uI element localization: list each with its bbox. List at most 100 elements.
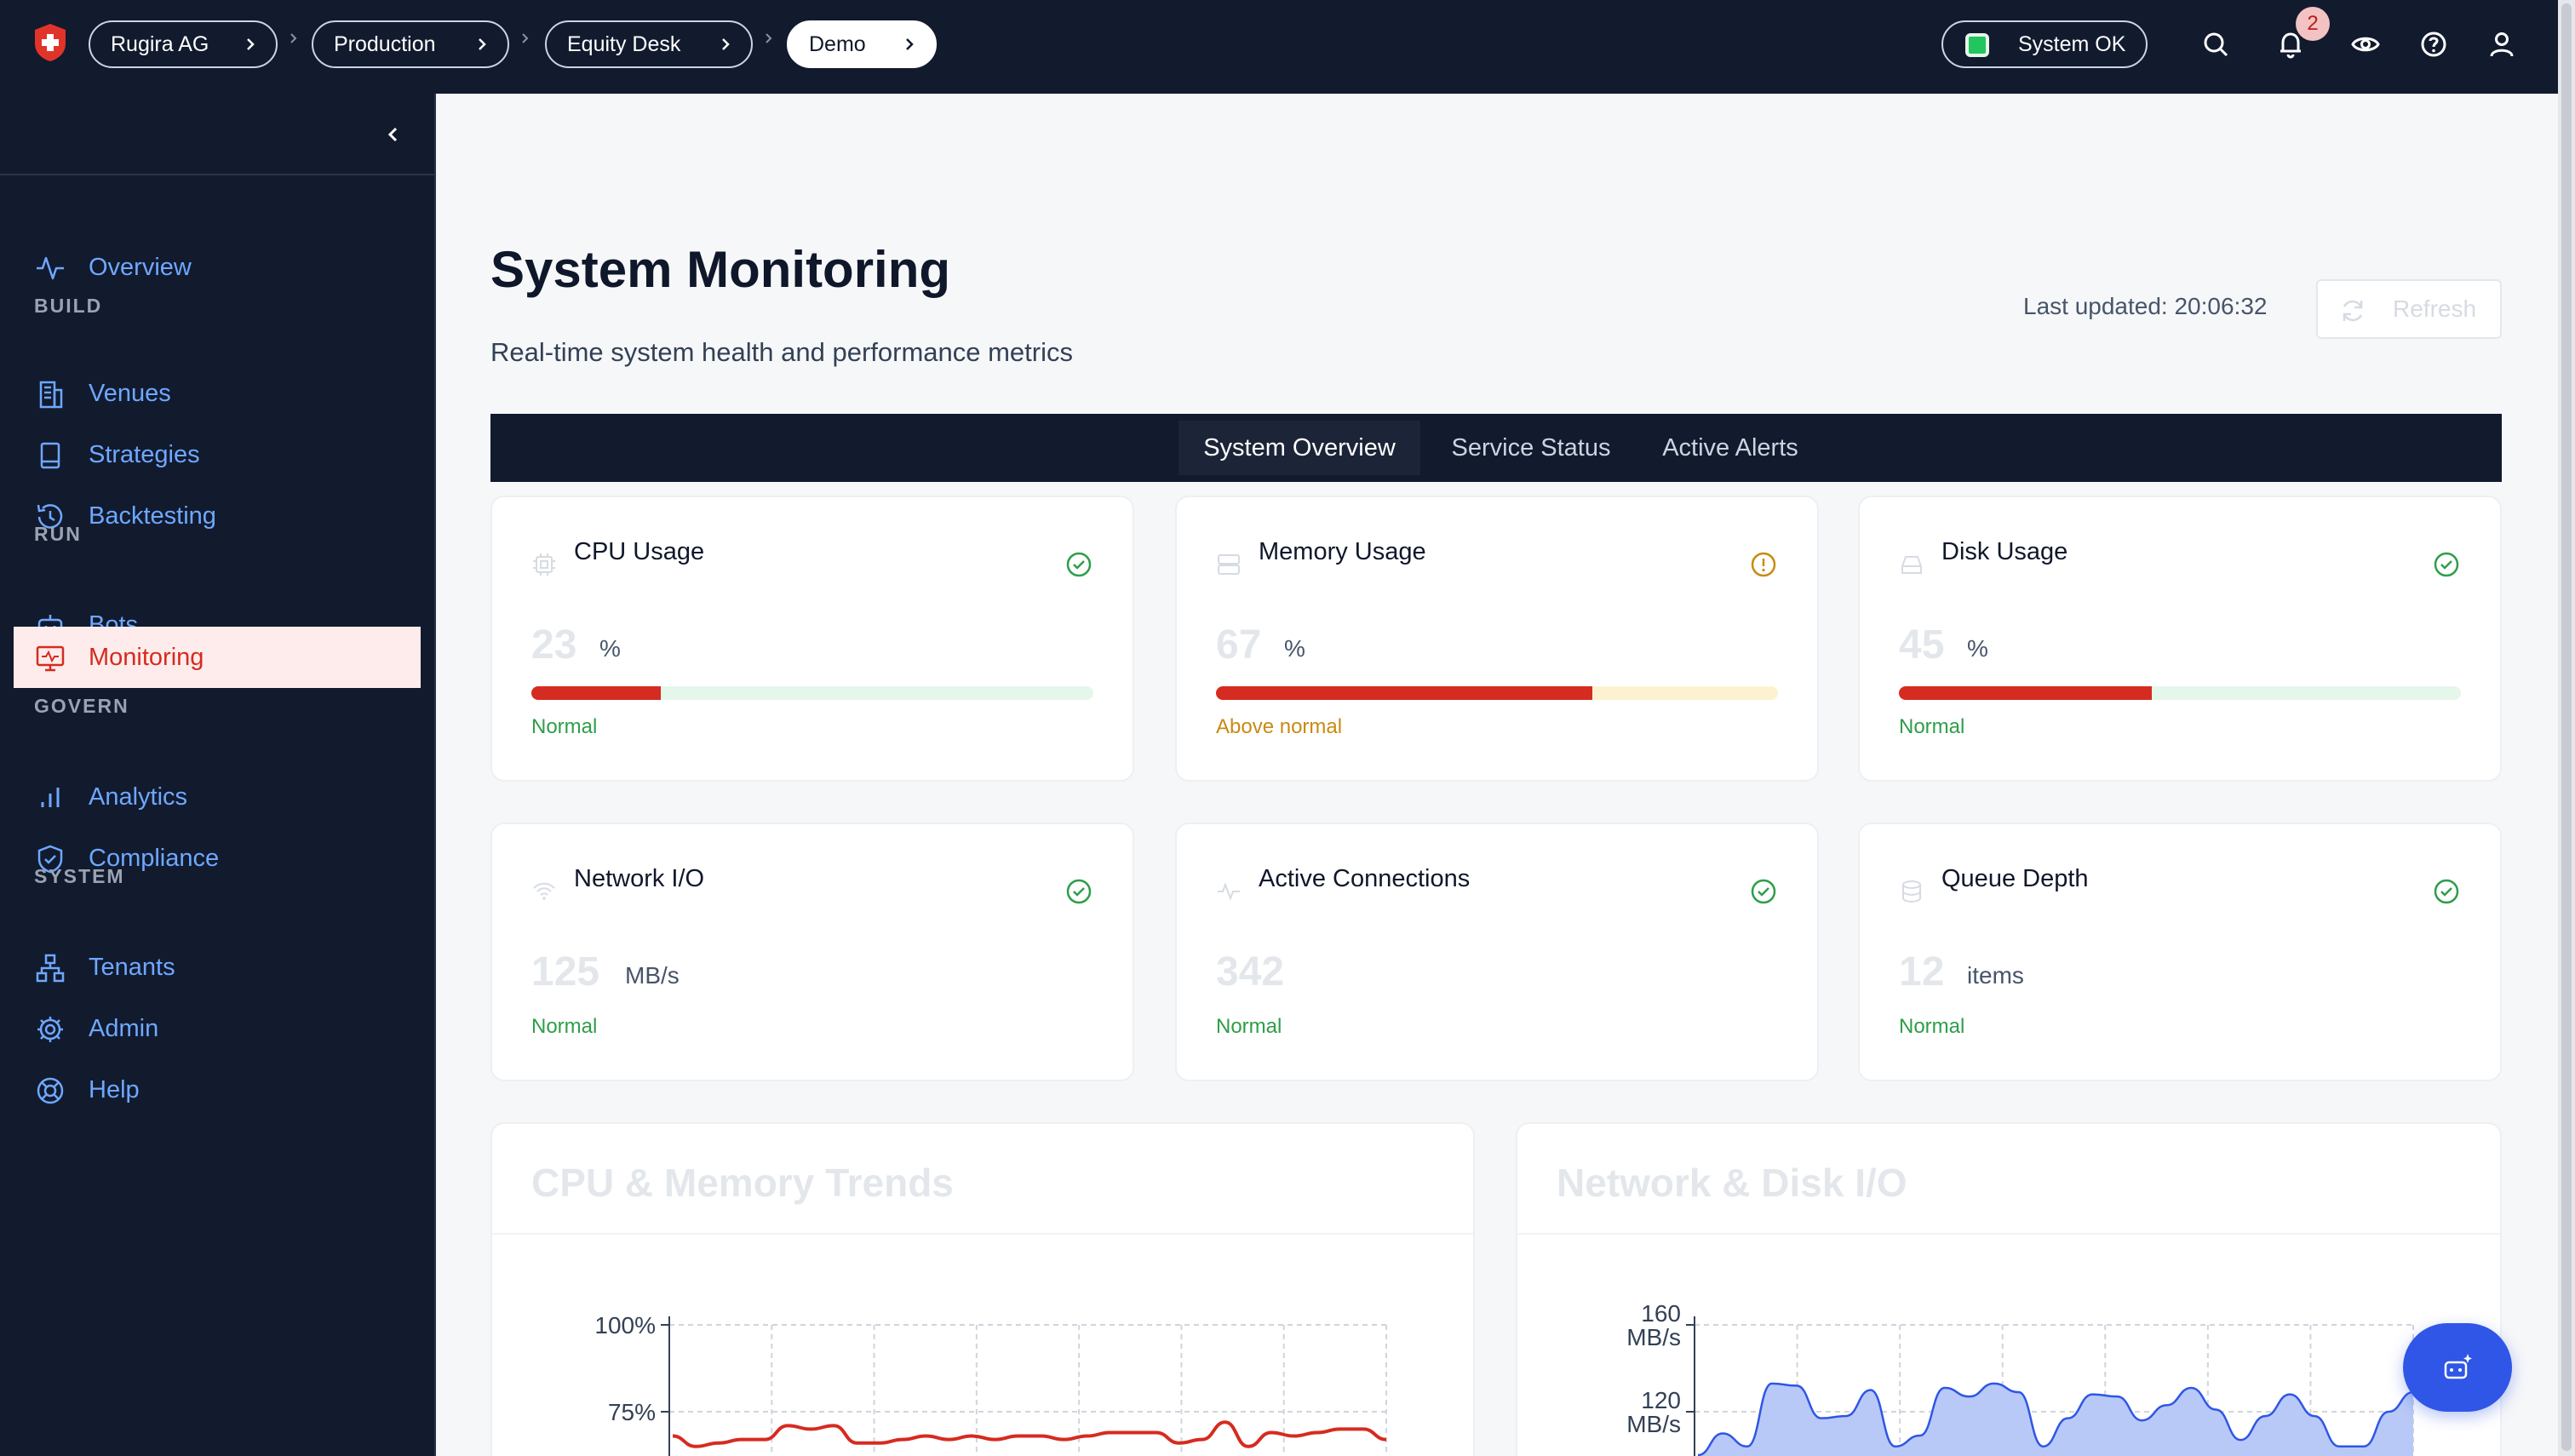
last-updated-text: Last updated: 20:06:32 bbox=[2023, 293, 2268, 319]
check-circle-icon bbox=[1751, 879, 1776, 904]
sidebar-item-strategies[interactable]: Strategies bbox=[14, 424, 421, 485]
breadcrumb-environment-label: Production bbox=[334, 32, 436, 56]
usage-progress-fill bbox=[1899, 686, 2152, 700]
network-io-card[interactable]: Network I/O 125 MB/s Normal bbox=[490, 823, 1134, 1081]
check-circle-icon bbox=[2434, 879, 2459, 904]
help-circle-icon[interactable] bbox=[2417, 27, 2451, 61]
breadcrumb-separator-icon bbox=[766, 33, 772, 43]
hard-drive-icon bbox=[1901, 556, 1922, 574]
gear-icon bbox=[37, 1017, 63, 1042]
metric-value: 23 bbox=[531, 622, 577, 668]
series-line bbox=[672, 1420, 1387, 1448]
tab-bar: System Overview Service Status Active Al… bbox=[490, 414, 2502, 482]
sidebar-item-label: Analytics bbox=[89, 782, 188, 811]
metric-value: 67 bbox=[1216, 622, 1262, 668]
page-title: System Monitoring bbox=[490, 241, 951, 298]
sidebar-item-help[interactable]: Help bbox=[14, 1059, 421, 1121]
breadcrumb-environment[interactable]: Production bbox=[312, 20, 509, 68]
check-circle-icon bbox=[2434, 552, 2459, 577]
metric-title: Active Connections bbox=[1259, 865, 1471, 892]
page-scrollbar-thumb[interactable] bbox=[2561, 3, 2572, 1451]
tab-active-alerts[interactable]: Active Alerts bbox=[1638, 421, 1822, 475]
cpu-icon bbox=[533, 553, 555, 576]
memory-icon bbox=[1218, 554, 1240, 575]
sidebar-item-label: Strategies bbox=[89, 440, 200, 468]
assistant-button[interactable] bbox=[2403, 1323, 2512, 1412]
tab-service-status[interactable]: Service Status bbox=[1427, 421, 1635, 475]
refresh-icon bbox=[2343, 300, 2363, 322]
usage-progress-bar bbox=[1899, 686, 2461, 700]
active-connections-card[interactable]: Active Connections 342 Normal bbox=[1175, 823, 1819, 1081]
y-axis-tick-label: 160 MB/s bbox=[1626, 1300, 1681, 1350]
activity-icon bbox=[37, 256, 64, 280]
sidebar-item-analytics[interactable]: Analytics bbox=[14, 766, 421, 828]
sidebar-section-system: SYSTEM bbox=[34, 865, 125, 887]
sidebar-item-overview[interactable]: Overview bbox=[14, 237, 421, 298]
metric-value: 12 bbox=[1899, 949, 1945, 995]
status-indicator-icon bbox=[1965, 33, 1989, 57]
y-axis-tick-label: 120 MB/s bbox=[1626, 1387, 1681, 1437]
system-status-label: System OK bbox=[2018, 32, 2126, 56]
page-subtitle: Real-time system health and performance … bbox=[490, 337, 1073, 367]
network-disk-io-card: Network & Disk I/O 160 MB/s 120 MB/s bbox=[1516, 1122, 2502, 1456]
sidebar-item-label: Admin bbox=[89, 1014, 159, 1042]
metric-unit: % bbox=[1284, 635, 1305, 662]
breadcrumb-desk-label: Equity Desk bbox=[567, 32, 681, 56]
cpu-usage-card[interactable]: CPU Usage 23 % Normal bbox=[490, 496, 1134, 782]
metric-status-text: Normal bbox=[1216, 1015, 1282, 1038]
notification-count-badge: 2 bbox=[2296, 7, 2330, 41]
search-icon[interactable] bbox=[2199, 27, 2233, 61]
queue-depth-card[interactable]: Queue Depth 12 items Normal bbox=[1858, 823, 2502, 1081]
metric-unit: % bbox=[1967, 635, 1988, 662]
system-status-pill[interactable]: System OK bbox=[1941, 20, 2148, 68]
check-circle-icon bbox=[1066, 879, 1092, 904]
metric-title: Disk Usage bbox=[1941, 538, 2068, 565]
monitor-icon bbox=[36, 645, 65, 672]
sidebar-item-monitoring[interactable]: Monitoring bbox=[14, 627, 421, 688]
sidebar-item-admin[interactable]: Admin bbox=[14, 998, 421, 1059]
metric-status-text: Normal bbox=[531, 1015, 598, 1038]
breadcrumb-tenant[interactable]: Rugira AG bbox=[89, 20, 278, 68]
sidebar-item-label: Monitoring bbox=[89, 643, 204, 671]
chart-title: CPU & Memory Trends bbox=[531, 1161, 954, 1205]
y-axis-tick-label: 100% bbox=[594, 1312, 656, 1338]
sidebar-section-build: BUILD bbox=[34, 295, 103, 317]
database-icon bbox=[1902, 880, 1921, 903]
disk-usage-card[interactable]: Disk Usage 45 % Normal bbox=[1858, 496, 2502, 782]
sidebar-section-run: RUN bbox=[34, 523, 82, 545]
app-logo-icon[interactable] bbox=[32, 22, 68, 63]
breadcrumb-project[interactable]: Demo bbox=[787, 20, 937, 68]
collapse-sidebar-icon[interactable] bbox=[381, 123, 405, 146]
notebook-icon bbox=[40, 442, 60, 469]
breadcrumb-project-label: Demo bbox=[809, 32, 866, 56]
eye-icon[interactable] bbox=[2348, 27, 2383, 61]
chevron-right-icon bbox=[247, 38, 255, 50]
chart-title: Network & Disk I/O bbox=[1557, 1161, 1907, 1205]
network-disk-io-chart: 160 MB/s 120 MB/s bbox=[1626, 1300, 2414, 1456]
user-icon[interactable] bbox=[2485, 27, 2519, 61]
metric-value: 125 bbox=[531, 949, 600, 995]
sidebar: Overview BUILD Venues Strategies Backtes… bbox=[0, 94, 436, 1456]
chevron-right-icon bbox=[479, 38, 486, 50]
metric-title: Network I/O bbox=[574, 865, 705, 892]
metric-status-text: Normal bbox=[1899, 715, 1965, 738]
metric-unit: % bbox=[599, 635, 621, 662]
refresh-button[interactable]: Refresh bbox=[2316, 279, 2502, 339]
usage-progress-fill bbox=[531, 686, 661, 700]
sidebar-item-label: Tenants bbox=[89, 953, 175, 981]
cpu-memory-trends-chart: 100% 75% bbox=[594, 1312, 1387, 1456]
sparkle-bot-icon bbox=[2444, 1354, 2472, 1379]
sidebar-item-tenants[interactable]: Tenants bbox=[14, 937, 421, 998]
activity-icon bbox=[1218, 882, 1240, 901]
breadcrumb-tenant-label: Rugira AG bbox=[111, 32, 209, 56]
tab-system-overview[interactable]: System Overview bbox=[1179, 421, 1420, 475]
network-icon bbox=[36, 954, 65, 983]
memory-usage-card[interactable]: Memory Usage 67 % Above normal bbox=[1175, 496, 1819, 782]
sidebar-item-venues[interactable]: Venues bbox=[14, 363, 421, 424]
breadcrumb-desk[interactable]: Equity Desk bbox=[545, 20, 753, 68]
metric-value: 45 bbox=[1899, 622, 1945, 668]
top-bar: Rugira AG Production Equity Desk Demo Sy… bbox=[0, 0, 2558, 94]
lifebuoy-icon bbox=[37, 1077, 64, 1104]
sidebar-section-govern: GOVERN bbox=[34, 695, 129, 717]
metric-title: CPU Usage bbox=[574, 538, 705, 565]
